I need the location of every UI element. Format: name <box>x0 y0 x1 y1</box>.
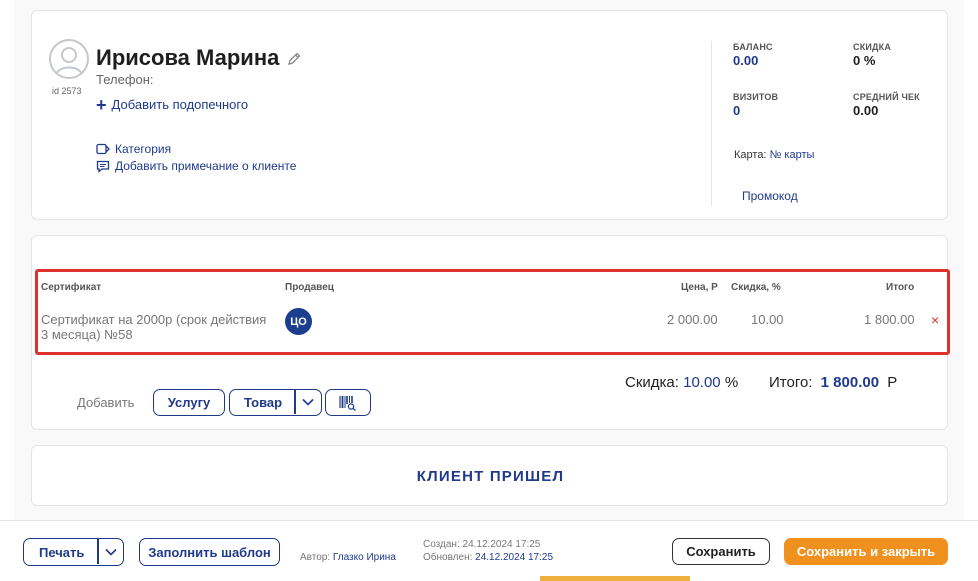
add-ward-label: Добавить подопечного <box>111 97 249 112</box>
balance-label: БАЛАНС <box>733 42 773 52</box>
split-divider <box>294 390 296 414</box>
created-label: Создан: <box>423 539 460 550</box>
client-name: Ирисова Марина <box>96 45 280 70</box>
item-total: 1 800.00 <box>864 312 915 327</box>
created-value: 24.12.2024 17:25 <box>462 539 541 550</box>
client-arrived-card: КЛИЕНТ ПРИШЕЛ <box>31 445 948 506</box>
category-link[interactable]: Категория <box>96 142 171 156</box>
totals-total-value: 1 800.00 <box>820 374 880 391</box>
chevron-down-icon[interactable] <box>302 398 314 406</box>
totals-total-label: Итого: <box>769 374 813 391</box>
client-arrived-button[interactable]: КЛИЕНТ ПРИШЕЛ <box>32 446 949 507</box>
seller-avatar[interactable]: ЦО <box>285 308 312 335</box>
visits-value: 0 <box>733 103 741 118</box>
client-card: id 2573 Ирисова Марина Телефон: + Добави… <box>31 10 948 220</box>
totals-discount-unit: % <box>724 374 739 391</box>
split-divider <box>97 539 99 564</box>
stats-divider <box>711 41 712 206</box>
discount-value: 0 % <box>853 53 876 68</box>
background-peek <box>540 576 690 581</box>
updated-meta: Обновлен: 24.12.2024 17:25 <box>423 552 553 563</box>
add-service-button[interactable]: Услугу <box>153 389 225 416</box>
avg-check-label: СРЕДНИЙ ЧЕК <box>853 92 920 102</box>
loyalty-card: Карта: № карты <box>734 149 814 161</box>
totals-discount-label: Скидка: <box>625 374 679 391</box>
add-ward-link[interactable]: + Добавить подопечного <box>96 94 249 115</box>
col-seller: Продавец <box>285 282 334 293</box>
edit-pencil-icon[interactable] <box>286 51 302 67</box>
item-name-line2: 3 месяца) №58 <box>41 327 133 342</box>
card-label: Карта: <box>734 149 767 161</box>
tag-icon <box>96 143 110 155</box>
author-meta: Автор: Глазко Ирина <box>300 552 396 563</box>
certificate-table: Сертификат Продавец Цена, Р Скидка, % Ит… <box>35 269 950 355</box>
item-discount[interactable]: 10.00 <box>751 312 784 327</box>
totals-discount: Скидка: 10.00 % <box>625 374 738 391</box>
visits-label: ВИЗИТОВ <box>733 92 779 102</box>
created-meta: Создан: 24.12.2024 17:25 <box>423 539 540 550</box>
print-label: Печать <box>39 544 85 560</box>
totals-currency: Р <box>887 374 898 391</box>
chevron-down-icon[interactable] <box>105 548 117 556</box>
barcode-icon <box>339 395 356 411</box>
phone-label: Телефон: <box>96 72 154 87</box>
footer-bar: Печать Заполнить шаблон Автор: Глазко Ир… <box>0 520 978 581</box>
updated-label: Обновлен: <box>423 552 473 563</box>
save-button[interactable]: Сохранить <box>672 538 770 565</box>
add-product-button[interactable]: Товар <box>229 389 322 416</box>
col-certificate: Сертификат <box>41 282 102 293</box>
item-price: 2 000.00 <box>667 312 718 327</box>
print-button[interactable]: Печать <box>23 538 124 566</box>
fill-template-button[interactable]: Заполнить шаблон <box>139 538 280 566</box>
totals-sum: Итого: 1 800.00 Р <box>769 374 897 391</box>
author-name[interactable]: Глазко Ирина <box>333 552 396 563</box>
add-label: Добавить <box>77 395 135 410</box>
comment-icon <box>96 160 110 173</box>
save-and-close-button[interactable]: Сохранить и закрыть <box>784 538 948 565</box>
balance-value: 0.00 <box>733 53 759 68</box>
author-label: Автор: <box>300 552 331 563</box>
col-total: Итого <box>886 282 915 293</box>
visit-modal: id 2573 Ирисова Марина Телефон: + Добави… <box>0 0 978 581</box>
promo-link[interactable]: Промокод <box>742 189 798 203</box>
add-note-link[interactable]: Добавить примечание о клиенте <box>96 159 296 173</box>
discount-label: СКИДКА <box>853 42 892 52</box>
items-card: Сертификат Продавец Цена, Р Скидка, % Ит… <box>31 235 950 430</box>
item-name-line1: Сертификат на 2000р (срок действия <box>41 312 267 327</box>
updated-value: 24.12.2024 17:25 <box>475 552 554 563</box>
client-id: id 2573 <box>52 86 82 96</box>
remove-item-icon[interactable]: × <box>931 312 939 328</box>
category-label: Категория <box>115 142 172 156</box>
avg-check-value: 0.00 <box>853 103 879 118</box>
col-price: Цена, Р <box>681 282 718 293</box>
totals-discount-value: 10.00 <box>683 374 721 391</box>
plus-icon: + <box>96 94 107 115</box>
add-product-label: Товар <box>244 395 283 410</box>
card-number-link[interactable]: № карты <box>770 149 815 161</box>
col-discount: Скидка, % <box>731 282 781 293</box>
barcode-scan-button[interactable] <box>325 389 371 416</box>
avatar-icon[interactable] <box>49 39 89 79</box>
add-note-label: Добавить примечание о клиенте <box>115 159 297 173</box>
